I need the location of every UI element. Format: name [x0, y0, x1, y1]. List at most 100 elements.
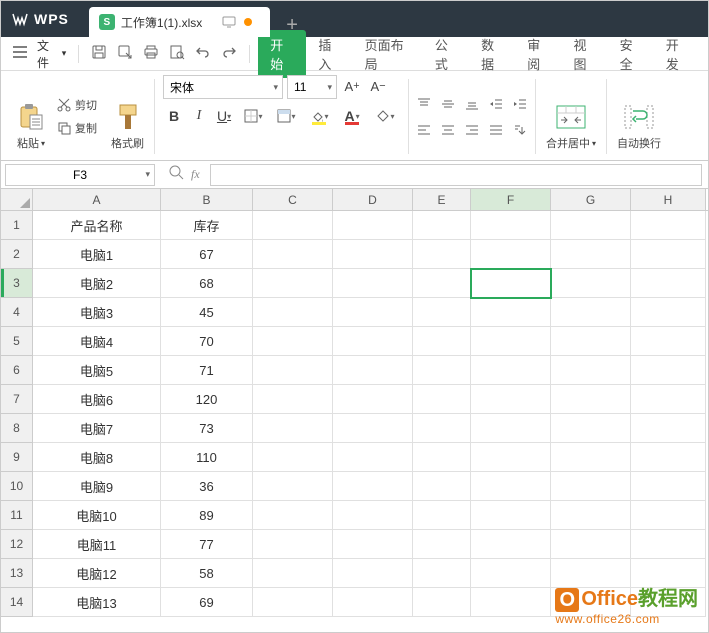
- cell[interactable]: 电脑9: [33, 472, 161, 501]
- cell[interactable]: [631, 298, 706, 327]
- select-all-corner[interactable]: [1, 189, 33, 210]
- redo-icon[interactable]: [217, 40, 241, 67]
- cell[interactable]: [413, 240, 471, 269]
- cell[interactable]: [253, 559, 333, 588]
- cell[interactable]: [333, 501, 413, 530]
- name-box[interactable]: ▾: [5, 164, 155, 186]
- cell[interactable]: [551, 443, 631, 472]
- column-header[interactable]: G: [551, 189, 631, 210]
- row-header[interactable]: 14: [1, 588, 33, 617]
- row-header[interactable]: 8: [1, 414, 33, 443]
- column-header[interactable]: A: [33, 189, 161, 210]
- column-header[interactable]: F: [471, 189, 551, 210]
- cell[interactable]: [253, 443, 333, 472]
- cell[interactable]: [333, 559, 413, 588]
- cell[interactable]: [413, 211, 471, 240]
- cell[interactable]: [413, 588, 471, 617]
- print-icon[interactable]: [139, 40, 163, 67]
- cut-button[interactable]: 剪切: [53, 95, 101, 115]
- cell[interactable]: [333, 298, 413, 327]
- cell[interactable]: 68: [161, 269, 253, 298]
- row-header[interactable]: 10: [1, 472, 33, 501]
- cell[interactable]: [631, 501, 706, 530]
- row-header[interactable]: 13: [1, 559, 33, 588]
- cell[interactable]: 73: [161, 414, 253, 443]
- cell[interactable]: [551, 356, 631, 385]
- paste-button[interactable]: 粘贴 ▾: [11, 75, 51, 155]
- cell[interactable]: [471, 530, 551, 559]
- cell[interactable]: [413, 327, 471, 356]
- cell[interactable]: [333, 269, 413, 298]
- cell[interactable]: [471, 356, 551, 385]
- cell[interactable]: 电脑4: [33, 327, 161, 356]
- font-color-button[interactable]: A▾: [337, 105, 367, 127]
- font-size-select[interactable]: 11▾: [287, 75, 337, 99]
- cell[interactable]: 产品名称: [33, 211, 161, 240]
- cell[interactable]: 67: [161, 240, 253, 269]
- cell[interactable]: [333, 385, 413, 414]
- cell[interactable]: [253, 530, 333, 559]
- row-header[interactable]: 5: [1, 327, 33, 356]
- merge-center-button[interactable]: 合并居中 ▾: [540, 75, 602, 155]
- column-header[interactable]: E: [413, 189, 471, 210]
- cell[interactable]: [253, 298, 333, 327]
- cell[interactable]: [413, 443, 471, 472]
- cell[interactable]: [471, 327, 551, 356]
- column-header[interactable]: D: [333, 189, 413, 210]
- cell[interactable]: [253, 269, 333, 298]
- cell[interactable]: [551, 385, 631, 414]
- cell[interactable]: [631, 240, 706, 269]
- cell[interactable]: [253, 211, 333, 240]
- cell[interactable]: 电脑7: [33, 414, 161, 443]
- cell[interactable]: [471, 298, 551, 327]
- cell[interactable]: [413, 530, 471, 559]
- save-as-icon[interactable]: [113, 40, 137, 67]
- cell[interactable]: [253, 356, 333, 385]
- ribbon-tab-insert[interactable]: 插入: [308, 30, 352, 78]
- cell[interactable]: [413, 501, 471, 530]
- ribbon-tab-security[interactable]: 安全: [610, 30, 654, 78]
- underline-button[interactable]: U▾: [213, 105, 235, 127]
- cell[interactable]: [253, 414, 333, 443]
- formula-input[interactable]: [210, 164, 702, 186]
- row-header[interactable]: 11: [1, 501, 33, 530]
- auto-wrap-button[interactable]: 自动换行: [611, 75, 667, 155]
- cell[interactable]: [471, 472, 551, 501]
- cell[interactable]: [551, 530, 631, 559]
- cell[interactable]: 58: [161, 559, 253, 588]
- ribbon-tab-data[interactable]: 数据: [471, 30, 515, 78]
- cell[interactable]: 电脑3: [33, 298, 161, 327]
- ribbon-tab-page-layout[interactable]: 页面布局: [355, 30, 423, 78]
- zoom-icon[interactable]: [169, 165, 185, 184]
- file-menu[interactable]: 文件▾: [33, 37, 70, 71]
- cell[interactable]: [471, 414, 551, 443]
- document-tab-active[interactable]: S 工作簿1(1).xlsx: [89, 7, 270, 37]
- format-painter-button[interactable]: 格式刷: [105, 75, 150, 155]
- save-icon[interactable]: [87, 40, 111, 67]
- cell[interactable]: [413, 472, 471, 501]
- cell[interactable]: 电脑1: [33, 240, 161, 269]
- cell[interactable]: [631, 472, 706, 501]
- align-left-button[interactable]: [413, 119, 435, 141]
- cell[interactable]: [471, 443, 551, 472]
- align-top-button[interactable]: [413, 93, 435, 115]
- cell[interactable]: [471, 211, 551, 240]
- cell[interactable]: [551, 472, 631, 501]
- fill-color-button[interactable]: ▾: [304, 105, 334, 127]
- decrease-font-button[interactable]: A−: [367, 75, 389, 97]
- cell[interactable]: [551, 501, 631, 530]
- cell[interactable]: [471, 559, 551, 588]
- cell[interactable]: [631, 269, 706, 298]
- cell[interactable]: 120: [161, 385, 253, 414]
- cell[interactable]: [471, 501, 551, 530]
- cell[interactable]: [551, 298, 631, 327]
- column-header[interactable]: C: [253, 189, 333, 210]
- increase-font-button[interactable]: A+: [341, 75, 363, 97]
- undo-icon[interactable]: [191, 40, 215, 67]
- cell[interactable]: [333, 588, 413, 617]
- cell[interactable]: [551, 240, 631, 269]
- cell[interactable]: 电脑13: [33, 588, 161, 617]
- cell[interactable]: [333, 414, 413, 443]
- cell[interactable]: 电脑10: [33, 501, 161, 530]
- screen-icon[interactable]: [222, 16, 236, 28]
